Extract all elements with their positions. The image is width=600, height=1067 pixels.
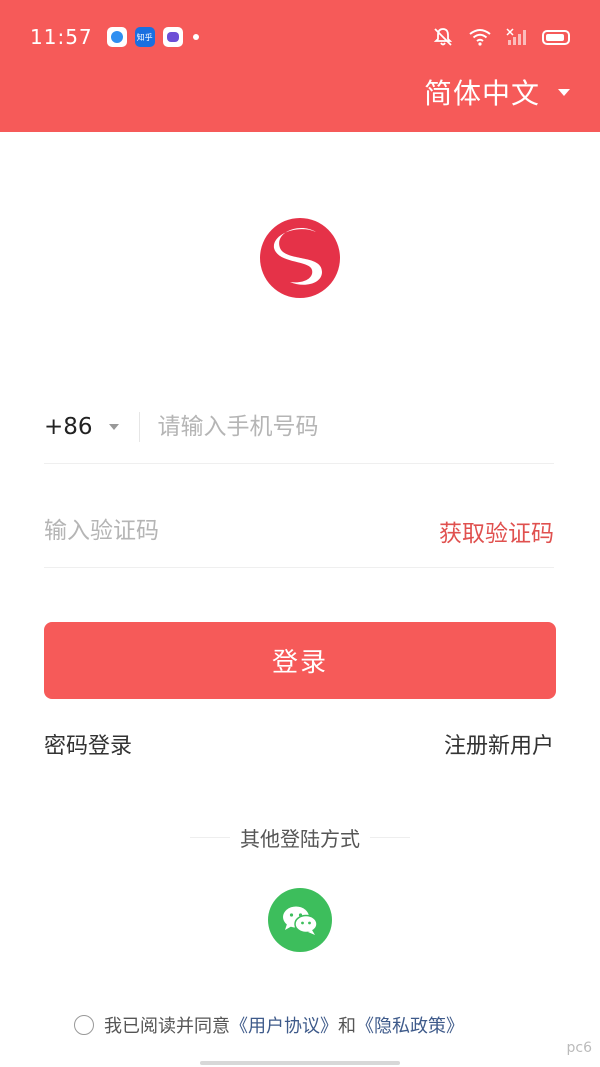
- status-indicators: [432, 27, 570, 47]
- wechat-icon: [283, 906, 318, 935]
- status-time: 11:57: [30, 25, 93, 49]
- country-code[interactable]: +86: [44, 414, 93, 440]
- agreement-prefix: 我已阅读并同意: [104, 1016, 230, 1037]
- home-indicator[interactable]: [200, 1061, 400, 1065]
- chat-app-icon: [162, 27, 183, 47]
- watermark: pc6: [566, 1040, 593, 1056]
- notification-dot-icon: [192, 34, 199, 40]
- phone-input[interactable]: [157, 406, 554, 447]
- header: 11:57 知乎 简体中文: [0, 0, 600, 132]
- mute-bell-icon: [433, 28, 453, 46]
- chevron-down-icon: [558, 88, 570, 96]
- status-bar: 11:57 知乎: [0, 0, 600, 74]
- user-agreement-link[interactable]: 《用户协议》: [230, 1012, 338, 1038]
- register-link[interactable]: 注册新用户: [444, 728, 554, 760]
- other-login-label: 其他登陆方式: [240, 827, 360, 851]
- code-input-row: 获取验证码: [44, 494, 554, 568]
- app-logo: [260, 218, 340, 298]
- status-app-icons: 知乎: [106, 27, 199, 47]
- privacy-policy-link[interactable]: 《隐私政策》: [356, 1012, 464, 1038]
- language-label: 简体中文: [423, 77, 540, 110]
- divider: [138, 411, 140, 442]
- wechat-login-button[interactable]: [268, 888, 332, 952]
- verification-code-input[interactable]: [44, 510, 439, 551]
- wifi-icon: [469, 29, 491, 46]
- other-login-title: 其他登陆方式: [180, 823, 420, 852]
- get-code-button[interactable]: 获取验证码: [439, 514, 554, 548]
- battery-icon: [542, 29, 570, 45]
- language-selector[interactable]: 简体中文: [424, 72, 570, 112]
- login-button[interactable]: 登录: [44, 622, 556, 699]
- agreement-radio[interactable]: [74, 1015, 94, 1035]
- browser-app-icon: [106, 27, 127, 47]
- signal-icon: [506, 28, 526, 45]
- phone-input-row: +86: [44, 390, 554, 464]
- caret-down-icon[interactable]: [108, 423, 119, 430]
- zhihu-app-icon: 知乎: [134, 27, 155, 47]
- password-login-link[interactable]: 密码登录: [44, 728, 132, 760]
- agreement-conjunction: 和: [338, 1016, 356, 1037]
- agreement-row: 我已阅读并同意 《用户协议》 和 《隐私政策》: [74, 1012, 464, 1038]
